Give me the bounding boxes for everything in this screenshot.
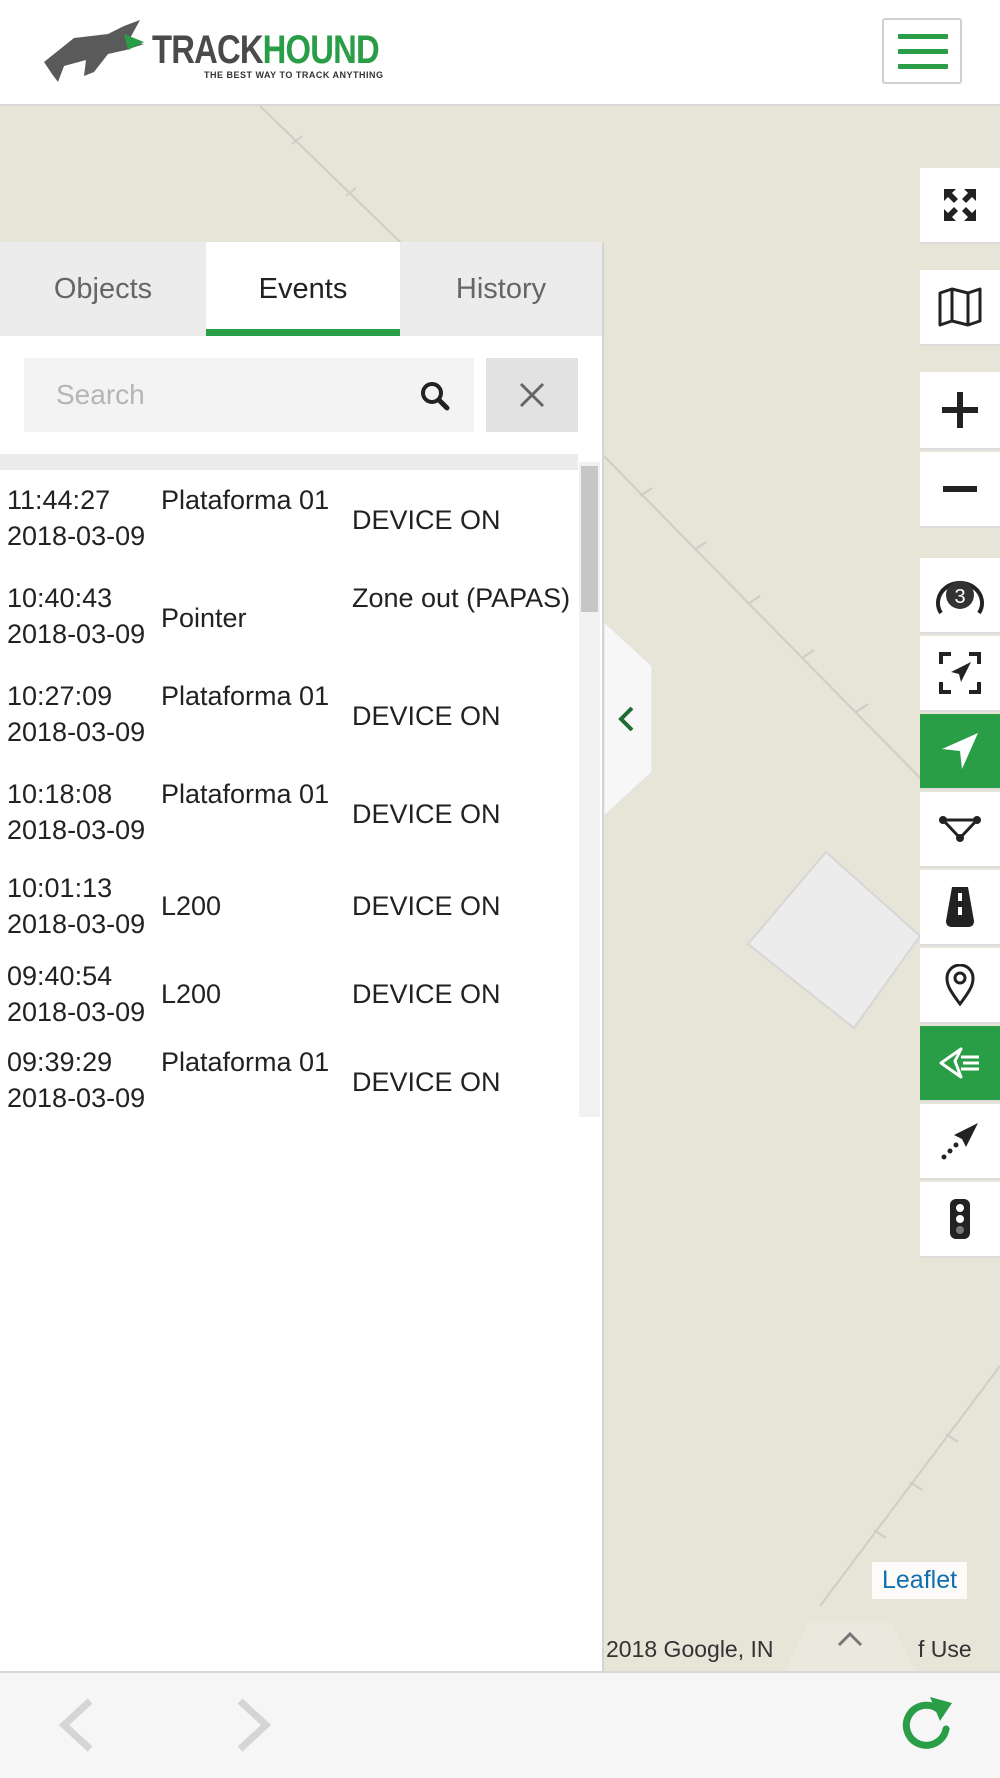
search-box — [24, 358, 474, 432]
search-icon[interactable] — [420, 381, 450, 411]
logo-wordmark: TRACKHOUND — [152, 28, 380, 72]
event-date: 2018-03-09 — [7, 1083, 146, 1113]
hamburger-menu-icon — [898, 34, 948, 39]
map-pin-icon — [945, 964, 975, 1006]
event-time: 09:39:29 — [7, 1047, 113, 1077]
search-input[interactable] — [24, 358, 426, 432]
event-time: 10:40:43 — [7, 583, 113, 613]
fit-bounds-button[interactable] — [920, 636, 1000, 712]
event-object: Plataforma 01 — [161, 779, 330, 809]
follow-location-icon — [942, 733, 978, 769]
event-time: 11:44:27 — [7, 485, 111, 515]
event-object: Plataforma 01 — [161, 1047, 330, 1077]
events-scrollbar[interactable] — [579, 462, 600, 1117]
map-layers-icon — [938, 287, 982, 327]
event-object: L200 — [161, 891, 222, 921]
fullscreen-button[interactable] — [920, 168, 1000, 244]
cluster-toggle-button[interactable]: 3 — [920, 558, 1000, 634]
app-header: TRACKHOUND THE BEST WAY TO TRACK ANYTHIN… — [0, 0, 1000, 106]
route-tail-icon — [941, 1123, 978, 1160]
follow-location-button[interactable] — [920, 714, 1000, 790]
event-date: 2018-03-09 — [7, 521, 146, 551]
zoom-in-button[interactable] — [920, 372, 1000, 450]
logo-tagline: THE BEST WAY TO TRACK ANYTHING — [204, 70, 384, 80]
fit-bounds-icon — [939, 652, 981, 694]
event-row[interactable]: 11:44:27 2018-03-09 Plataforma 01 DEVICE… — [0, 482, 580, 574]
bottom-panel-expand-button[interactable] — [785, 1621, 915, 1671]
event-time: 10:27:09 — [7, 681, 113, 711]
tab-objects[interactable]: Objects — [0, 242, 206, 336]
event-row[interactable]: 10:18:08 2018-03-09 Plataforma 01 DEVICE… — [0, 776, 580, 868]
map-pin-button[interactable] — [920, 948, 1000, 1024]
event-row[interactable]: 10:01:13 2018-03-09 L200 DEVICE ON — [0, 870, 580, 950]
tab-events[interactable]: Events — [206, 242, 400, 336]
leaflet-attribution-link[interactable]: Leaflet — [872, 1562, 968, 1599]
event-type: Zone out (PAPAS) — [352, 583, 571, 613]
close-icon — [519, 382, 545, 408]
event-row[interactable]: 10:27:09 2018-03-09 Plataforma 01 DEVICE… — [0, 678, 580, 770]
map-copyright: 2018 Google, IN f Use — [606, 1636, 972, 1663]
hamburger-menu-button[interactable] — [882, 18, 962, 84]
side-panel: Objects Events History 11:44:27 2018-03-… — [0, 242, 604, 1671]
traffic-light-icon — [950, 1199, 970, 1239]
clear-search-button[interactable] — [486, 358, 578, 432]
event-type: DEVICE ON — [352, 701, 501, 731]
chevron-left-icon — [618, 706, 634, 732]
fullscreen-icon — [944, 189, 976, 221]
panel-tabs: Objects Events History — [0, 242, 602, 336]
svg-text:3: 3 — [954, 586, 965, 608]
event-date: 2018-03-09 — [7, 717, 146, 747]
zoom-out-button[interactable] — [920, 452, 1000, 528]
event-list-icon — [939, 1047, 979, 1079]
traffic-light-button[interactable] — [920, 1182, 1000, 1258]
refresh-icon[interactable] — [900, 1695, 956, 1753]
copyright-text: 2018 Google, IN — [606, 1636, 774, 1662]
event-type: DEVICE ON — [352, 891, 501, 921]
events-list-header — [0, 454, 578, 470]
logo-hound-icon — [44, 20, 144, 82]
cluster-count-icon: 3 — [936, 580, 984, 615]
event-type: DEVICE ON — [352, 979, 501, 1009]
zoom-in-icon — [942, 392, 978, 428]
chevron-up-icon — [837, 1631, 863, 1647]
event-row[interactable]: 09:40:54 2018-03-09 L200 DEVICE ON — [0, 958, 580, 1038]
event-date: 2018-03-09 — [7, 997, 146, 1027]
zoom-out-icon — [943, 486, 977, 492]
hamburger-line — [898, 64, 948, 69]
event-object: Plataforma 01 — [161, 485, 330, 515]
event-date: 2018-03-09 — [7, 815, 146, 845]
event-time: 09:40:54 — [7, 961, 113, 991]
event-type: DEVICE ON — [352, 799, 501, 829]
event-time: 10:18:08 — [7, 779, 113, 809]
bottom-nav-bar — [0, 1671, 1000, 1778]
tab-history[interactable]: History — [400, 242, 602, 336]
event-date: 2018-03-09 — [7, 909, 146, 939]
event-object: Plataforma 01 — [161, 681, 330, 711]
event-time: 10:01:13 — [7, 873, 113, 903]
map-layers-button[interactable] — [920, 270, 1000, 346]
event-type: DEVICE ON — [352, 1067, 501, 1097]
route-draw-button[interactable] — [920, 792, 1000, 868]
trackhound-logo[interactable]: TRACKHOUND THE BEST WAY TO TRACK ANYTHIN… — [44, 20, 383, 84]
event-row[interactable]: 09:39:29 2018-03-09 Plataforma 01 DEVICE… — [0, 1044, 580, 1117]
event-row[interactable]: 10:40:43 2018-03-09 Pointer Zone out (PA… — [0, 580, 580, 672]
route-tail-button[interactable] — [920, 1104, 1000, 1180]
route-draw-icon — [939, 816, 981, 842]
event-object: Pointer — [161, 603, 247, 633]
panel-collapse-button[interactable] — [603, 620, 654, 821]
event-object: L200 — [161, 979, 222, 1009]
road-button[interactable] — [920, 870, 1000, 946]
events-list[interactable]: 11:44:27 2018-03-09 Plataforma 01 DEVICE… — [0, 454, 600, 1117]
hamburger-line — [898, 49, 948, 54]
chevron-left-icon[interactable] — [56, 1697, 96, 1753]
event-list-button[interactable] — [920, 1026, 1000, 1102]
event-type: DEVICE ON — [352, 505, 501, 535]
road-icon — [946, 887, 974, 927]
terms-of-use-link[interactable]: f Use — [918, 1636, 972, 1663]
event-date: 2018-03-09 — [7, 619, 146, 649]
scrollbar-thumb[interactable] — [581, 466, 598, 612]
chevron-right-icon[interactable] — [234, 1697, 274, 1753]
